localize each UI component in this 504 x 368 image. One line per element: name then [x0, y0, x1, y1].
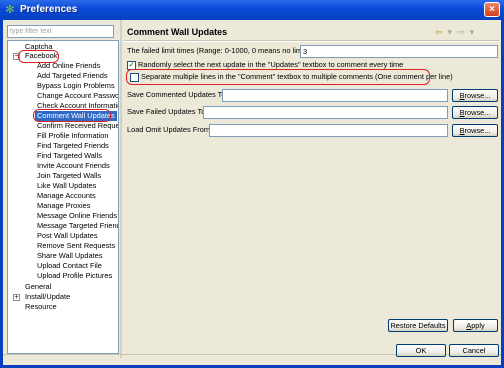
tree-item-invite-account-friends[interactable]: Invite Account Friends [37, 161, 110, 171]
failed-limit-field[interactable]: 3 [300, 45, 498, 58]
tree-item-general[interactable]: General [25, 282, 51, 292]
expand-icon[interactable]: + [13, 294, 20, 301]
tree-item-resource[interactable]: Resource [25, 302, 57, 312]
failed-limit-label: The failed limit times (Range: 0-1000, 0… [127, 46, 309, 55]
save-commented-field[interactable] [222, 89, 448, 102]
load-omit-field[interactable] [209, 124, 448, 137]
save-commented-label: Save Commented Updates To [127, 90, 226, 99]
tree-item-like-wall-updates[interactable]: Like Wall Updates [37, 181, 96, 191]
apply-button[interactable]: Apply [453, 319, 498, 332]
ok-button[interactable]: OK [396, 344, 446, 357]
tree-item-manage-accounts[interactable]: Manage Accounts [37, 191, 96, 201]
pane-splitter[interactable] [120, 20, 122, 358]
tree-item-change-account-password[interactable]: Change Account Passwor [37, 91, 118, 101]
page-navigation: ⇦ ▾ ⇨ ▾ [435, 26, 479, 38]
title-separator [123, 40, 499, 42]
load-omit-browse-button[interactable]: Browse... [452, 124, 498, 137]
tree-item-upload-contact-file[interactable]: Upload Contact File [37, 261, 102, 271]
tree-item-message-online-friends[interactable]: Message Online Friends [37, 211, 117, 221]
filter-input[interactable]: type filter text [7, 25, 114, 38]
tree-item-add-online-friends[interactable]: Add Online Friends [37, 61, 100, 71]
save-failed-label: Save Failed Updates To [127, 107, 206, 116]
page-title: Comment Wall Updates [127, 27, 228, 37]
tree-item-message-targeted-friends[interactable]: Message Targeted Friends [37, 221, 118, 231]
dialog-body: type filter text Captcha − Facebook Add … [3, 20, 501, 365]
restore-defaults-button[interactable]: Restore Defaults [388, 319, 448, 332]
tree-item-add-targeted-friends[interactable]: Add Targeted Friends [37, 71, 108, 81]
tree-item-manage-proxies[interactable]: Manage Proxies [37, 201, 90, 211]
tree-item-confirm-received-requests[interactable]: Confirm Received Reques [37, 121, 118, 131]
preferences-window: ✻ Preferences × type filter text Captcha… [0, 0, 504, 368]
view-menu-icon[interactable]: ▾ [470, 26, 475, 38]
forward-arrow-icon[interactable]: ⇨ [457, 26, 465, 38]
menu-dropdown-icon[interactable]: ▾ [448, 26, 453, 38]
tree-item-remove-sent-requests[interactable]: Remove Sent Requests [37, 241, 115, 251]
tree-item-join-targeted-walls[interactable]: Join Targeted Walls [37, 171, 101, 181]
tree-item-share-wall-updates[interactable]: Share Wall Updates [37, 251, 102, 261]
preference-tree: Captcha − Facebook Add Online Friends Ad… [7, 40, 119, 354]
tree-item-find-targeted-friends[interactable]: Find Targeted Friends [37, 141, 109, 151]
window-title: Preferences [20, 4, 78, 15]
save-failed-browse-button[interactable]: Browse... [452, 106, 498, 119]
eclipse-gear-icon: ✻ [5, 4, 15, 16]
tree-item-upload-profile-pictures[interactable]: Upload Profile Pictures [37, 271, 112, 281]
save-commented-browse-button[interactable]: Browse... [452, 89, 498, 102]
tree-item-find-targeted-walls[interactable]: Find Targeted Walls [37, 151, 102, 161]
close-button[interactable]: × [484, 2, 500, 17]
load-omit-label: Load Omit Updates From [127, 125, 210, 134]
title-bar[interactable]: ✻ Preferences × [0, 0, 504, 20]
highlight-ring-separate-lines [126, 69, 430, 85]
tree-item-fill-profile-information[interactable]: Fill Profile Information [37, 131, 108, 141]
cancel-button[interactable]: Cancel [449, 344, 499, 357]
save-failed-field[interactable] [203, 106, 448, 119]
tree-item-post-wall-updates[interactable]: Post Wall Updates [37, 231, 98, 241]
back-arrow-icon[interactable]: ⇦ [435, 26, 443, 38]
tree-item-install-update[interactable]: Install/Update [25, 292, 70, 302]
tree-item-bypass-login-problems[interactable]: Bypass Login Problems [37, 81, 115, 91]
